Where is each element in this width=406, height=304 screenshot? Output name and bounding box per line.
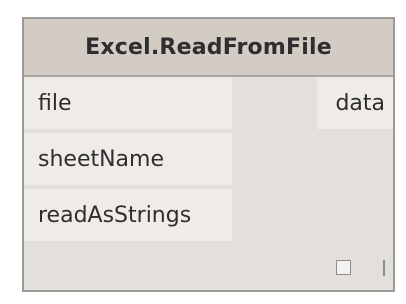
node-title[interactable]: Excel.ReadFromFile	[24, 19, 393, 77]
input-port-label: sheetName	[38, 146, 165, 172]
input-port-readasstrings[interactable]: readAsStrings	[24, 189, 232, 241]
input-port-file[interactable]: file	[24, 77, 232, 129]
output-port-data[interactable]: data	[317, 77, 393, 129]
input-port-label: file	[38, 90, 72, 116]
lacing-indicator-icon	[383, 260, 385, 276]
input-port-sheetname[interactable]: sheetName	[24, 133, 232, 185]
output-port-label: data	[335, 90, 385, 116]
excel-read-from-file-node[interactable]: Excel.ReadFromFile file sheetName readAs…	[22, 17, 395, 292]
input-port-label: readAsStrings	[38, 202, 192, 228]
checkbox-icon[interactable]	[336, 260, 351, 275]
